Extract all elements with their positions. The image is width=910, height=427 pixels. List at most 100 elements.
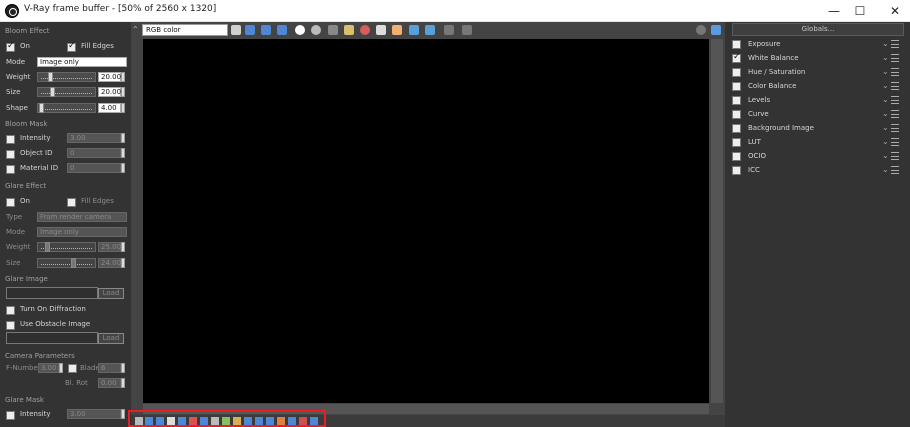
hue-saturation-checkbox[interactable] (732, 68, 741, 77)
blade-rotation-value[interactable]: 0.00 (98, 378, 121, 388)
bloom-shape-spinner[interactable] (121, 103, 125, 113)
blade-rotation-spinner[interactable] (121, 378, 125, 388)
glare-weight-value[interactable]: 25.00 (98, 242, 121, 252)
save-icon[interactable] (328, 25, 338, 35)
correction-item[interactable]: Background Image ⌄ (725, 122, 910, 136)
lock-icon[interactable] (444, 25, 454, 35)
glare-mask-intensity-checkbox[interactable] (6, 411, 15, 420)
bloom-weight-value[interactable]: 20.00 (98, 72, 121, 82)
slider-thumb[interactable] (45, 242, 50, 252)
bloom-shape-value[interactable]: 4.00 (98, 103, 121, 113)
glare-fill-edges-checkbox[interactable] (67, 198, 76, 207)
icc-checkbox[interactable] (732, 166, 741, 175)
chevron-icon[interactable]: ⌄ (882, 67, 889, 76)
stop-icon[interactable] (360, 25, 370, 35)
bloom-intensity-spinner[interactable] (121, 133, 125, 143)
glare-mask-intensity-value[interactable]: 3.00 (67, 409, 121, 419)
correction-item[interactable]: LUT ⌄ (725, 136, 910, 150)
blades-value[interactable]: 6 (98, 363, 121, 373)
correction-item[interactable]: White Balance ⌄ (725, 52, 910, 66)
render-icon[interactable] (409, 25, 419, 35)
correction-item[interactable]: Curve ⌄ (725, 108, 910, 122)
folder-icon[interactable] (344, 25, 354, 35)
obstacle-image-field[interactable] (6, 332, 98, 344)
white-dot-icon[interactable] (295, 25, 305, 35)
correction-item[interactable]: Exposure ⌄ (725, 38, 910, 52)
load-glare-image-button[interactable]: Load (98, 288, 124, 299)
glare-size-spinner[interactable] (121, 258, 125, 268)
vertical-scrollbar[interactable] (711, 39, 723, 403)
stop-circle-icon[interactable] (696, 25, 706, 35)
lut-checkbox[interactable] (732, 138, 741, 147)
bloom-size-value[interactable]: 20.00 (98, 87, 121, 97)
glare-on-checkbox[interactable] (6, 198, 15, 207)
glare-size-slider[interactable] (37, 258, 96, 268)
bloom-size-slider[interactable] (37, 87, 96, 97)
glare-image-field[interactable] (6, 287, 98, 299)
chevron-icon[interactable]: ⌄ (882, 137, 889, 146)
f-number-value[interactable]: 3.00 (38, 363, 59, 373)
slider-thumb[interactable] (50, 87, 55, 97)
correction-item[interactable]: Levels ⌄ (725, 94, 910, 108)
bloom-intensity-checkbox[interactable] (6, 135, 15, 144)
menu-icon[interactable] (891, 82, 899, 90)
paint-icon[interactable] (231, 25, 241, 35)
color-balance-checkbox[interactable] (732, 82, 741, 91)
globals-button[interactable]: Globals... (732, 23, 904, 36)
bloom-mode-select[interactable]: Image only (37, 57, 127, 67)
correction-item[interactable]: Hue / Saturation ⌄ (725, 66, 910, 80)
glare-weight-slider[interactable] (37, 242, 96, 252)
bloom-size-spinner[interactable] (121, 87, 125, 97)
white-balance-checkbox[interactable] (732, 52, 741, 63)
slider-thumb[interactable] (71, 258, 76, 268)
channel-select[interactable]: RGB color (142, 24, 228, 36)
menu-icon[interactable] (891, 110, 899, 118)
bloom-on-checkbox[interactable] (6, 41, 15, 52)
correction-item[interactable]: Color Balance ⌄ (725, 80, 910, 94)
menu-icon[interactable] (891, 96, 899, 104)
collapse-chevron-icon[interactable]: ⌃ (132, 25, 139, 34)
levels-checkbox[interactable] (732, 96, 741, 105)
correction-item[interactable]: ICC ⌄ (725, 164, 910, 178)
object-id-checkbox[interactable] (6, 150, 15, 159)
glare-type-select[interactable]: From render camera (37, 212, 127, 222)
load-obstacle-image-button[interactable]: Load (98, 333, 124, 344)
bloom-weight-slider[interactable] (37, 72, 96, 82)
cursor-icon[interactable] (376, 25, 386, 35)
chevron-icon[interactable]: ⌄ (882, 53, 889, 62)
object-id-spinner[interactable] (121, 148, 125, 158)
material-id-value[interactable]: 0 (67, 163, 121, 173)
turn-on-diffraction-checkbox[interactable] (6, 306, 15, 315)
object-id-value[interactable]: 0 (67, 148, 121, 158)
menu-icon[interactable] (891, 40, 899, 48)
blades-checkbox[interactable] (68, 364, 77, 373)
f-number-spinner[interactable] (59, 363, 63, 373)
blades-spinner[interactable] (121, 363, 125, 373)
bloom-shape-slider[interactable] (37, 103, 96, 113)
material-id-checkbox[interactable] (6, 165, 15, 174)
chevron-icon[interactable]: ⌄ (882, 109, 889, 118)
curve-checkbox[interactable] (732, 110, 741, 119)
menu-icon[interactable] (891, 166, 899, 174)
glare-mode-select[interactable]: Image only (37, 227, 127, 237)
red-icon[interactable] (245, 25, 255, 35)
blue-icon[interactable] (277, 25, 287, 35)
crosshair-icon[interactable] (392, 25, 402, 35)
glare-weight-spinner[interactable] (121, 242, 125, 252)
bloom-intensity-value[interactable]: 3.00 (67, 133, 121, 143)
menu-icon[interactable] (891, 138, 899, 146)
eye-icon[interactable] (711, 25, 721, 35)
green-icon[interactable] (261, 25, 271, 35)
close-button[interactable]: ✕ (873, 2, 910, 20)
menu-icon[interactable] (891, 152, 899, 160)
chevron-icon[interactable]: ⌄ (882, 123, 889, 132)
chevron-icon[interactable]: ⌄ (882, 95, 889, 104)
ocio-checkbox[interactable] (732, 152, 741, 161)
menu-icon[interactable] (891, 124, 899, 132)
slider-thumb[interactable] (48, 72, 53, 82)
background-image-checkbox[interactable] (732, 124, 741, 133)
render-canvas[interactable] (143, 39, 709, 403)
chevron-icon[interactable]: ⌄ (882, 165, 889, 174)
bloom-fill-edges-checkbox[interactable] (67, 41, 76, 52)
menu-icon[interactable] (891, 68, 899, 76)
